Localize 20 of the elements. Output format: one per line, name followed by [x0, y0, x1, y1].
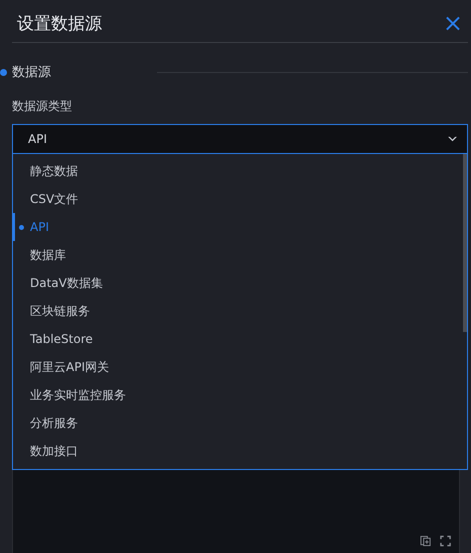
dropdown-option[interactable]: DataV数据集 [13, 269, 463, 297]
dropdown-option[interactable]: 数加接口 [13, 437, 463, 465]
dialog-title: 设置数据源 [17, 12, 102, 34]
dropdown-option[interactable]: 数据库 [13, 241, 463, 269]
dropdown-option[interactable]: CSV文件 [13, 185, 463, 213]
dropdown-option[interactable]: 业务实时监控服务 [13, 381, 463, 409]
caret-icon [447, 136, 458, 142]
close-button[interactable]: × [440, 11, 465, 35]
dropdown-option[interactable]: 静态数据 [13, 157, 463, 185]
fullscreen-icon[interactable] [440, 535, 451, 547]
select-field[interactable]: API [12, 124, 468, 154]
dropdown-option[interactable]: TableStore [13, 325, 463, 353]
section-title: 数据源 [12, 64, 51, 81]
bullet-icon [0, 68, 7, 76]
dropdown-option[interactable]: 区块链服务 [13, 297, 463, 325]
dropdown-option[interactable]: API [13, 213, 463, 241]
dropdown-option[interactable]: 分析服务 [13, 409, 463, 437]
field-label: 数据源类型 [12, 98, 73, 115]
dropdown-option[interactable]: 阿里云API网关 [13, 353, 463, 381]
copy-icon[interactable] [420, 535, 431, 547]
